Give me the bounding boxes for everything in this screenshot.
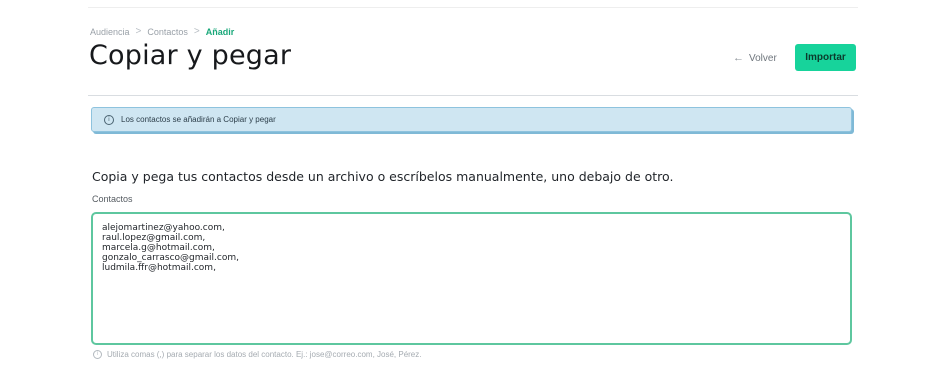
info-banner: i Los contactos se añadirán a Copiar y p… — [91, 107, 852, 132]
breadcrumb-separator-icon: > — [135, 26, 142, 37]
header-divider — [88, 95, 858, 96]
breadcrumb-item-current: Añadir — [205, 26, 235, 37]
top-divider — [88, 7, 858, 8]
import-button[interactable]: Importar — [795, 44, 856, 71]
page: Audiencia > Contactos > Añadir Copiar y … — [0, 0, 946, 382]
breadcrumb: Audiencia > Contactos > Añadir — [90, 26, 234, 37]
info-banner-text: Los contactos se añadirán a Copiar y peg… — [121, 115, 276, 124]
breadcrumb-item-audiencia[interactable]: Audiencia — [90, 27, 130, 37]
back-link-label: Volver — [749, 52, 777, 64]
back-link[interactable]: ← Volver — [733, 52, 777, 64]
arrow-left-icon: ← — [733, 52, 744, 64]
breadcrumb-separator-icon: > — [193, 26, 200, 37]
help-info-icon: i — [93, 350, 102, 359]
info-icon: i — [104, 114, 114, 125]
breadcrumb-item-contactos[interactable]: Contactos — [147, 27, 188, 37]
intro-text: Copia y pega tus contactos desde un arch… — [92, 169, 674, 184]
page-title: Copiar y pegar — [89, 40, 292, 71]
contacts-label: Contactos — [92, 194, 133, 204]
contacts-textarea[interactable] — [91, 212, 852, 345]
help-text-label: Utiliza comas (,) para separar los datos… — [107, 350, 422, 359]
help-text: i Utiliza comas (,) para separar los dat… — [93, 350, 421, 359]
